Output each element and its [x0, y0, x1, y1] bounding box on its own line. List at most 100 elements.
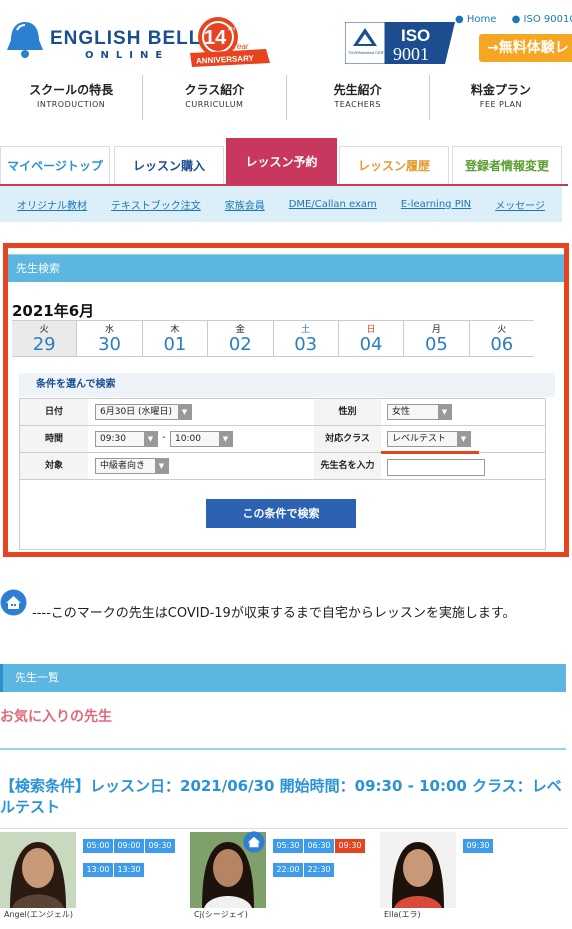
form-row: 時間 09:30 ▼ - 10:00 ▼ 対応クラス レベルテスト ▼ — [20, 426, 545, 453]
gnav-label: スクールの特長 — [29, 83, 114, 97]
teacher-photo[interactable] — [0, 832, 76, 908]
teacher-card[interactable]: Cj(シージェイ) 05:30 06:30 09:30 22:00 22:30 — [190, 829, 378, 929]
home-link[interactable]: ● Home — [455, 14, 502, 25]
time-slots: 09:30 — [463, 833, 567, 857]
chevron-down-icon: ▼ — [438, 405, 451, 419]
date-cell[interactable]: 月 05 — [404, 321, 470, 356]
teacher-name-label: 先生名を入力 — [314, 453, 381, 479]
global-nav: スクールの特長 INTRODUCTION クラス紹介 CURRICULUM 先生… — [0, 75, 572, 120]
site-header: ENGLISH BELL® ONLINE 14 TH Year ANNIVERS… — [0, 0, 572, 75]
time-to-select[interactable]: 10:00 ▼ — [170, 431, 233, 447]
date-cell[interactable]: 火 29 — [12, 321, 78, 356]
svg-text:ISO: ISO — [401, 26, 430, 45]
time-slot[interactable]: 22:00 — [273, 863, 303, 877]
date-day: 06 — [490, 334, 514, 355]
search-conditions-text: 【検索条件】レッスン日：2021/06/30 開始時間：09:30 - 10:0… — [0, 777, 562, 816]
date-day: 03 — [294, 334, 318, 355]
free-trial-button[interactable]: →無料体験レ — [479, 34, 572, 62]
gnav-item-curriculum[interactable]: クラス紹介 CURRICULUM — [143, 75, 287, 120]
teacher-name-input[interactable] — [387, 459, 485, 476]
subnav-textbook-order[interactable]: テキストブック注文 — [111, 197, 201, 212]
date-cell[interactable]: 火 06 — [470, 321, 534, 356]
subnav-family-member[interactable]: 家族会員 — [225, 197, 265, 212]
time-from-select[interactable]: 09:30 ▼ — [95, 431, 158, 447]
time-slot[interactable]: 05:30 — [273, 839, 303, 853]
chevron-down-icon: ▼ — [144, 432, 157, 446]
date-cell[interactable]: 木 01 — [143, 321, 209, 356]
section-divider — [0, 748, 566, 750]
iso-link[interactable]: ● ISO 9001C — [512, 14, 572, 25]
date-cell[interactable]: 土 03 — [274, 321, 339, 356]
teacher-card[interactable]: Angel(エンジェル) 05:00 09:00 09:30 13:00 13:30 — [0, 829, 188, 929]
time-slots: 05:00 09:00 09:30 13:00 13:30 — [83, 833, 187, 881]
target-select[interactable]: 中級者向き ▼ — [95, 458, 169, 474]
bell-logo-icon[interactable] — [4, 18, 46, 60]
date-day: 04 — [359, 334, 383, 355]
anniversary-badge: 14 TH Year ANNIVERSARY — [190, 17, 270, 67]
condition-search-title: 条件を選んで検索 — [19, 373, 555, 397]
gnav-sublabel: FEE PLAN — [479, 100, 522, 109]
date-day: 02 — [228, 334, 252, 355]
date-cell[interactable]: 日 04 — [339, 321, 405, 356]
class-select[interactable]: レベルテスト ▼ — [387, 431, 471, 447]
tab-mypage-top[interactable]: マイページトップ — [0, 146, 110, 184]
highlight-underline — [381, 451, 479, 454]
time-slot[interactable]: 06:30 — [304, 839, 334, 853]
gnav-item-teachers[interactable]: 先生紹介 TEACHERS — [287, 75, 430, 120]
date-selector: 火 29 水 30 木 01 金 02 土 03 日 04 月 05 火 06 — [12, 320, 534, 357]
gnav-label: 先生紹介 — [333, 83, 382, 97]
calendar-month: 2021年6月 — [12, 302, 95, 320]
logo-text[interactable]: ENGLISH BELL® — [50, 28, 210, 50]
chevron-down-icon: ▼ — [178, 405, 191, 419]
gnav-sublabel: INTRODUCTION — [37, 100, 106, 109]
date-day: 30 — [98, 334, 122, 355]
teacher-name: Cj(シージェイ) — [194, 910, 248, 919]
search-submit-button[interactable]: この条件で検索 — [206, 499, 356, 528]
time-slot[interactable]: 09:30 — [463, 839, 493, 853]
time-slot[interactable]: 09:30 — [145, 839, 175, 853]
teacher-photo[interactable] — [380, 832, 456, 908]
svg-text:TH: TH — [227, 27, 235, 33]
home-icon — [243, 831, 265, 853]
covid-note: ----このマークの先生はCOVID-19が収束するまで自宅からレッスンを実施し… — [32, 606, 516, 621]
gnav-sublabel: CURRICULUM — [185, 100, 244, 109]
time-slot[interactable]: 09:00 — [114, 839, 144, 853]
form-row: 対象 中級者向き ▼ 先生名を入力 — [20, 453, 545, 480]
time-slots: 05:30 06:30 09:30 22:00 22:30 — [273, 833, 377, 881]
time-slot[interactable]: 13:00 — [83, 863, 113, 877]
gender-label: 性別 — [314, 399, 381, 425]
time-separator: - — [162, 432, 166, 443]
form-row: 日付 6月30日 (水曜日) ▼ 性別 女性 ▼ — [20, 399, 545, 426]
time-slot-selected[interactable]: 09:30 — [335, 839, 365, 853]
subnav-original-materials[interactable]: オリジナル教材 — [17, 197, 87, 212]
gender-select[interactable]: 女性 ▼ — [387, 404, 452, 420]
tab-profile-edit[interactable]: 登録者情報変更 — [452, 146, 562, 184]
time-slot[interactable]: 13:30 — [114, 863, 144, 877]
target-label: 対象 — [20, 453, 88, 479]
tab-lesson-purchase[interactable]: レッスン購入 — [114, 146, 224, 184]
tab-lesson-history[interactable]: レッスン履歴 — [339, 146, 449, 184]
teacher-results: Angel(エンジェル) 05:00 09:00 09:3013:00 13:30 C… — [0, 828, 568, 929]
top-links: ● Home ● ISO 9001C — [455, 14, 572, 25]
subnav-elearning-pin[interactable]: E-learning PIN — [401, 199, 471, 210]
time-slot[interactable]: 05:00 — [83, 839, 113, 853]
gnav-label: クラス紹介 — [184, 83, 245, 97]
date-day: 05 — [424, 334, 448, 355]
svg-text:9001: 9001 — [393, 44, 429, 64]
teacher-card[interactable]: Ella(エラ) 09:30 — [380, 829, 568, 929]
date-label: 日付 — [20, 399, 88, 425]
date-day: 01 — [163, 334, 187, 355]
date-cell[interactable]: 水 30 — [77, 321, 143, 356]
time-slot[interactable]: 22:30 — [304, 863, 334, 877]
chevron-down-icon: ▼ — [155, 459, 168, 473]
sub-nav: オリジナル教材 テキストブック注文 家族会員 DME/Callan exam E… — [0, 186, 562, 222]
subnav-dme-callan[interactable]: DME/Callan exam — [289, 199, 377, 210]
tab-lesson-booking[interactable]: レッスン予約 — [226, 138, 337, 184]
subnav-message[interactable]: メッセージ — [495, 197, 545, 212]
svg-text:Year: Year — [232, 42, 249, 51]
date-cell[interactable]: 金 02 — [208, 321, 274, 356]
gnav-item-introduction[interactable]: スクールの特長 INTRODUCTION — [0, 75, 144, 120]
gnav-item-fee-plan[interactable]: 料金プラン FEE PLAN — [430, 75, 572, 120]
date-day: 29 — [32, 334, 56, 355]
date-select[interactable]: 6月30日 (水曜日) ▼ — [95, 404, 192, 420]
